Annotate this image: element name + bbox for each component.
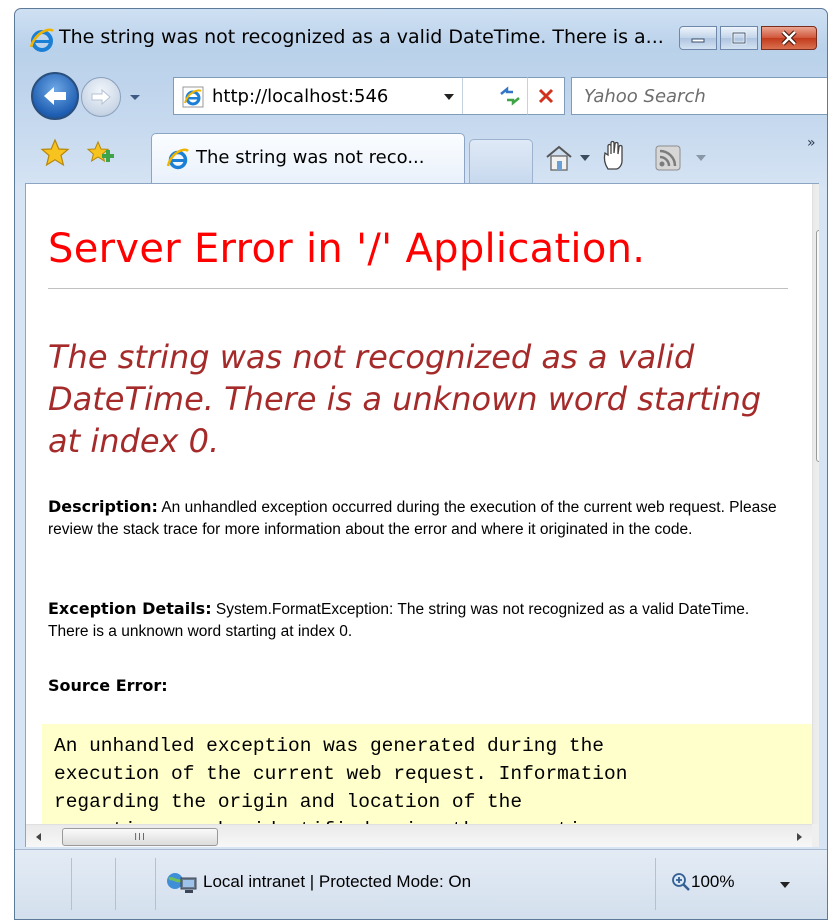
command-bar-overflow-chevron-icon[interactable]: » (807, 135, 816, 151)
zoom-dropdown-icon[interactable] (779, 880, 791, 890)
scroll-right-button[interactable] (788, 825, 812, 847)
error-message-heading: The string was not recognized as a valid… (48, 338, 762, 460)
zoom-magnifier-icon (672, 873, 690, 891)
horizontal-scrollbar[interactable]: III (26, 824, 812, 847)
research-hand-icon[interactable] (599, 139, 633, 173)
page-content: Server Error in '/' Application. The str… (25, 183, 819, 847)
scroll-right-arrow-icon (797, 833, 802, 841)
favorites-center-star-icon[interactable] (39, 137, 71, 169)
back-icon (44, 87, 66, 105)
zoom-level[interactable]: 100% (691, 872, 734, 892)
new-tab-button[interactable] (469, 139, 533, 183)
exception-details-paragraph: Exception Details: System.FormatExceptio… (48, 598, 788, 643)
security-zone-status[interactable]: Local intranet | Protected Mode: On (203, 872, 471, 892)
divider (48, 288, 788, 289)
source-error-label: Source Error: (48, 676, 168, 695)
feeds-icon[interactable] (655, 145, 681, 171)
exception-details-label: Exception Details: (48, 599, 212, 618)
add-to-favorites-icon[interactable] (85, 137, 117, 169)
scroll-left-arrow-icon (36, 833, 41, 841)
status-bar: Local intranet | Protected Mode: On 100% (15, 849, 827, 919)
search-input[interactable] (572, 78, 827, 114)
back-button[interactable] (31, 72, 79, 120)
stop-button[interactable] (527, 77, 565, 115)
description-text: An unhandled exception occurred during t… (48, 499, 777, 538)
minimize-button[interactable] (679, 26, 717, 50)
server-error-heading: Server Error in '/' Application. (48, 226, 646, 272)
local-intranet-icon (167, 873, 197, 893)
horizontal-scroll-thumb[interactable]: III (62, 828, 218, 846)
feeds-dropdown-icon[interactable] (695, 153, 707, 163)
maximize-button[interactable] (720, 26, 758, 50)
close-button[interactable] (761, 26, 817, 50)
browser-window: The string was not recognized as a valid… (14, 8, 828, 920)
forward-icon (91, 88, 111, 106)
search-box[interactable] (571, 77, 827, 115)
forward-button[interactable] (81, 77, 121, 117)
scroll-up-button[interactable] (813, 184, 819, 208)
stop-icon (538, 88, 554, 104)
home-icon[interactable] (543, 143, 575, 173)
maximize-icon (731, 31, 747, 45)
description-paragraph: Description: An unhandled exception occu… (48, 496, 788, 541)
refresh-button[interactable] (491, 77, 529, 115)
window-title: The string was not recognized as a valid… (59, 26, 664, 48)
tab-label: The string was not reco... (196, 147, 425, 168)
scroll-left-button[interactable] (26, 825, 50, 847)
vertical-scrollbar[interactable] (812, 184, 819, 824)
ie-logo-icon (29, 28, 54, 52)
minimize-icon (691, 38, 705, 43)
description-label: Description: (48, 497, 158, 516)
refresh-icon (499, 86, 520, 106)
close-icon (781, 30, 797, 46)
home-dropdown-icon[interactable] (579, 153, 591, 163)
title-bar: The string was not recognized as a valid… (15, 9, 827, 65)
tab-ie-icon (166, 148, 189, 170)
address-text[interactable]: http://localhost:546 (212, 86, 434, 107)
scroll-down-button[interactable] (813, 800, 819, 824)
address-dropdown-icon[interactable] (442, 90, 456, 104)
recent-pages-dropdown-icon[interactable] (127, 89, 143, 105)
address-bar[interactable]: http://localhost:546 (173, 77, 493, 115)
tab-active-page[interactable]: The string was not reco... (151, 133, 465, 183)
page-ie-icon (182, 86, 204, 108)
vertical-scroll-thumb[interactable] (816, 230, 819, 462)
